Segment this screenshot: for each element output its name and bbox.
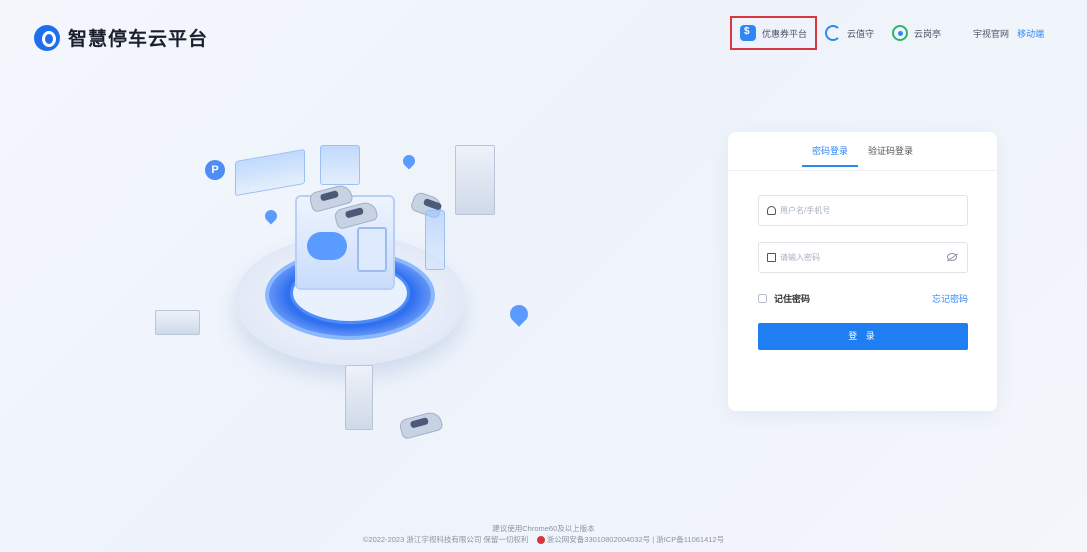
building-icon — [345, 365, 373, 430]
parking-p-icon: P — [205, 160, 225, 180]
top-nav: 优惠券平台 云值守 云岗亭 宇视官网 移动端 — [730, 16, 1044, 50]
parking-logo-icon — [34, 24, 60, 51]
car-icon — [398, 409, 444, 441]
display-screen-icon — [425, 210, 445, 270]
forgot-password-link[interactable]: 忘记密码 — [932, 292, 968, 305]
cloud-icon — [307, 232, 347, 260]
nav-cloud-guard-label: 云值守 — [847, 28, 875, 39]
police-badge-icon — [536, 536, 545, 545]
location-pin-icon — [262, 207, 280, 225]
display-screen-icon — [320, 145, 360, 185]
tab-code-login[interactable]: 验证码登录 — [858, 144, 923, 167]
browser-hint: 建议使用Chrome60及以上版本 — [492, 524, 595, 533]
smart-parking-illustration: P — [150, 130, 550, 441]
footer-legal: ©2022-2023 浙江宇视科技有限公司 保留一切权利 浙公网安备330108… — [0, 534, 1087, 545]
nav-cloud-post[interactable]: 云岗亭 — [892, 16, 941, 50]
cloud-icon — [825, 25, 842, 41]
copyright-text: ©2022-2023 浙江宇视科技有限公司 保留一切权利 — [362, 535, 529, 544]
username-field[interactable]: 用户名/手机号 — [758, 195, 968, 226]
top-header: 智慧停车云平台 优惠券平台 云值守 云岗亭 宇视官网 移动端 — [0, 0, 1087, 70]
coupon-icon — [740, 25, 756, 41]
username-placeholder: 用户名/手机号 — [780, 206, 831, 215]
tab-password-login[interactable]: 密码登录 — [801, 144, 858, 167]
remember-checkbox[interactable] — [758, 294, 767, 303]
cloud-post-icon — [892, 25, 909, 41]
brand-logo[interactable]: 智慧停车云平台 — [34, 24, 208, 51]
remember-password[interactable]: 记住密码 — [758, 292, 810, 305]
location-pin-icon — [400, 152, 418, 170]
gate-icon — [155, 310, 200, 335]
login-card: 密码登录 验证码登录 用户名/手机号 请输入密码 记住密码 忘记密码 登 录 — [728, 132, 997, 411]
server-panel — [357, 227, 387, 272]
password-field[interactable]: 请输入密码 — [758, 242, 968, 273]
page-footer: 建议使用Chrome60及以上版本 ©2022-2023 浙江宇视科技有限公司 … — [0, 523, 1087, 545]
login-button[interactable]: 登 录 — [758, 323, 968, 350]
login-tabs: 密码登录 验证码登录 — [728, 144, 997, 167]
eye-hidden-icon[interactable] — [947, 253, 957, 261]
lock-icon — [767, 253, 776, 262]
nav-coupon-label: 优惠券平台 — [762, 28, 808, 39]
display-screen-icon — [235, 148, 305, 197]
nav-cloud-guard[interactable]: 云值守 — [825, 16, 874, 50]
nav-mobile-link[interactable]: 移动端 — [1017, 27, 1044, 40]
nav-official-site-link[interactable]: 宇视官网 — [973, 27, 1009, 40]
password-placeholder: 请输入密码 — [780, 253, 820, 262]
brand-title: 智慧停车云平台 — [68, 29, 209, 50]
remember-label: 记住密码 — [774, 294, 811, 304]
location-pin-icon — [506, 301, 532, 327]
nav-coupon-platform[interactable]: 优惠券平台 — [730, 16, 818, 50]
tab-divider — [728, 170, 997, 171]
nav-cloud-post-label: 云岗亭 — [914, 28, 942, 39]
building-icon — [455, 145, 495, 215]
user-icon — [767, 206, 776, 215]
record-text[interactable]: 浙公网安备33010802004032号 | 浙ICP备11061412号 — [547, 535, 724, 544]
